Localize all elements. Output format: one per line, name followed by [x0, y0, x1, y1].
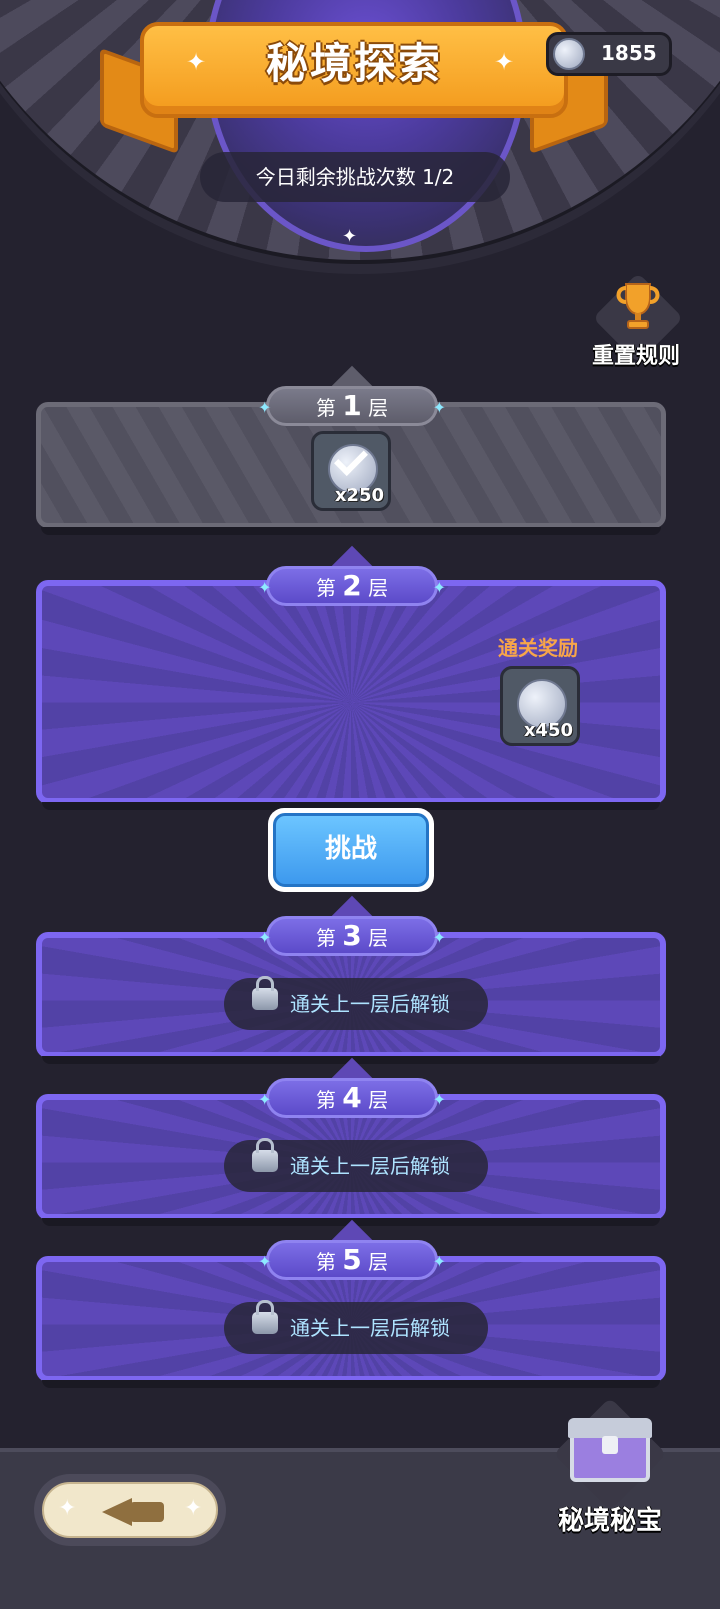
trophy-icon [616, 283, 660, 329]
unlock-hint: 通关上一层后解锁 [290, 992, 450, 1016]
lock-icon [252, 1300, 278, 1334]
floor-2-label: 第 2 层 ✦ ✦ [258, 545, 446, 606]
lock-icon [252, 1138, 278, 1172]
page-title: 秘境探索 [265, 39, 442, 88]
sparkle-icon: ✦ [184, 1496, 203, 1521]
star-coin-icon [553, 38, 585, 70]
floor-number: 3 [342, 919, 362, 952]
secret-treasure-button[interactable]: 秘境秘宝 [548, 1397, 672, 1544]
currency-amount: 1855 [601, 41, 657, 65]
floor-number: 1 [342, 389, 362, 422]
floor-2-panel: 通关奖励 x450 [36, 580, 666, 810]
sparkle-icon: ✦ [342, 226, 358, 247]
remaining-challenges: 今日剩余挑战次数 1/2 [200, 152, 510, 202]
lock-icon [252, 976, 278, 1010]
floor-3-label: 第 3 层 ✦ ✦ [258, 895, 446, 956]
challenge-button-label: 挑战 [273, 813, 429, 887]
reward-title: 通关奖励 [498, 636, 578, 660]
challenge-button[interactable]: 挑战 [268, 808, 434, 892]
floor-4-label: 第 4 层 ✦ ✦ [258, 1057, 446, 1118]
floor-number: 4 [342, 1081, 362, 1114]
floor-number: 2 [342, 569, 362, 602]
currency-display: 1855 [546, 32, 672, 76]
floor-1-label: 第 1 层 ✦ ✦ [258, 365, 446, 426]
sparkle-icon: ✦ [58, 1496, 77, 1521]
floor-5-label: 第 5 层 ✦ ✦ [258, 1219, 446, 1280]
locked-notice: 通关上一层后解锁 [224, 1300, 488, 1354]
floor-number: 5 [342, 1243, 362, 1276]
reward-count: x450 [523, 720, 573, 741]
locked-notice: 通关上一层后解锁 [224, 1138, 488, 1192]
floor-1-reward: x250 [311, 431, 391, 511]
locked-notice: 通关上一层后解锁 [224, 976, 488, 1030]
floor-2-reward[interactable]: x450 [500, 666, 580, 746]
reset-rules-button[interactable]: 重置规则 [586, 272, 686, 376]
back-arrow-icon [102, 1498, 132, 1526]
reset-rules-label: 重置规则 [591, 344, 680, 369]
unlock-hint: 通关上一层后解锁 [290, 1154, 450, 1178]
reward-count: x250 [334, 485, 384, 506]
secret-treasure-label: 秘境秘宝 [557, 1506, 662, 1536]
back-button[interactable]: ✦ ✦ [34, 1474, 226, 1546]
unlock-hint: 通关上一层后解锁 [290, 1316, 450, 1340]
